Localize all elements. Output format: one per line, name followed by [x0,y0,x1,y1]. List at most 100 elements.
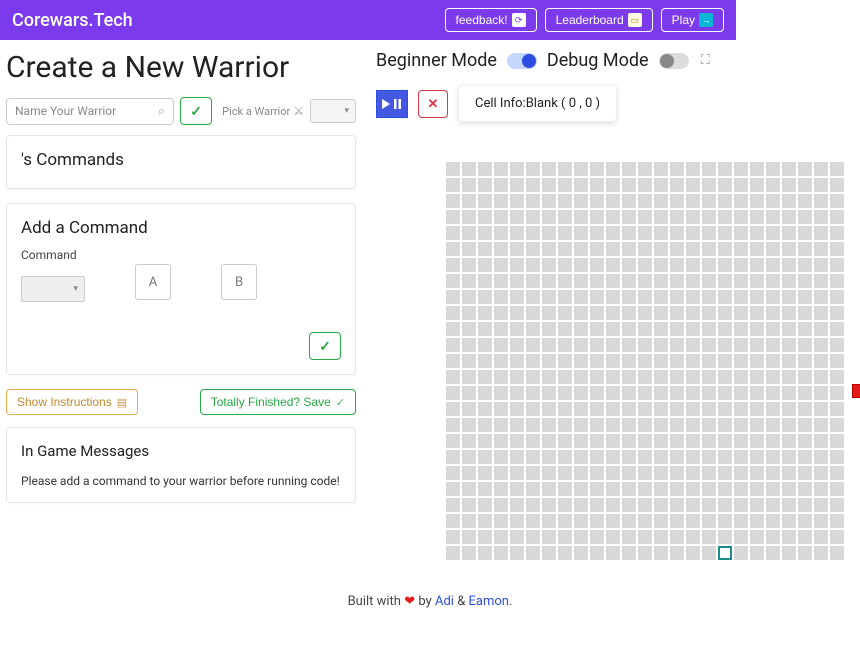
memory-cell[interactable] [494,386,508,400]
memory-cell[interactable] [654,274,668,288]
memory-cell[interactable] [510,466,524,480]
memory-cell[interactable] [446,434,460,448]
memory-cell[interactable] [638,274,652,288]
memory-cell[interactable] [750,418,764,432]
memory-cell[interactable] [494,466,508,480]
memory-cell[interactable] [558,498,572,512]
memory-cell[interactable] [638,290,652,304]
memory-cell[interactable] [510,242,524,256]
memory-cell[interactable] [782,290,796,304]
a-input[interactable]: A [135,264,171,300]
memory-cell[interactable] [446,322,460,336]
memory-cell[interactable] [494,546,508,560]
memory-cell[interactable] [510,498,524,512]
memory-cell[interactable] [750,498,764,512]
memory-cell[interactable] [702,354,716,368]
memory-cell[interactable] [750,354,764,368]
memory-cell[interactable] [814,226,828,240]
memory-cell[interactable] [814,498,828,512]
memory-cell[interactable] [542,530,556,544]
memory-cell[interactable] [462,546,476,560]
memory-cell[interactable] [494,306,508,320]
memory-cell[interactable] [574,514,588,528]
memory-cell[interactable] [734,210,748,224]
memory-cell[interactable] [686,210,700,224]
memory-cell[interactable] [622,434,636,448]
memory-cell[interactable] [590,498,604,512]
memory-cell[interactable] [462,466,476,480]
memory-cell[interactable] [670,418,684,432]
memory-cell[interactable] [510,290,524,304]
memory-cell[interactable] [814,466,828,480]
memory-cell[interactable] [702,322,716,336]
memory-cell[interactable] [494,370,508,384]
memory-cell[interactable] [814,482,828,496]
memory-cell[interactable] [510,514,524,528]
memory-cell[interactable] [638,178,652,192]
memory-cell[interactable] [526,514,540,528]
memory-cell[interactable] [702,370,716,384]
memory-cell[interactable] [782,450,796,464]
memory-cell[interactable] [670,162,684,176]
memory-cell[interactable] [670,258,684,272]
memory-cell[interactable] [462,162,476,176]
memory-cell[interactable] [590,338,604,352]
memory-cell[interactable] [478,450,492,464]
memory-cell[interactable] [782,386,796,400]
memory-cell[interactable] [782,242,796,256]
memory-cell[interactable] [750,290,764,304]
memory-cell[interactable] [686,370,700,384]
memory-cell[interactable] [782,434,796,448]
memory-cell[interactable] [526,210,540,224]
memory-cell[interactable] [526,498,540,512]
memory-cell[interactable] [462,178,476,192]
memory-cell[interactable] [446,354,460,368]
memory-cell[interactable] [510,322,524,336]
memory-cell[interactable] [798,210,812,224]
memory-cell[interactable] [654,194,668,208]
memory-cell[interactable] [606,306,620,320]
memory-cell[interactable] [782,402,796,416]
memory-cell[interactable] [478,354,492,368]
memory-cell[interactable] [558,482,572,496]
memory-cell[interactable] [446,338,460,352]
memory-cell[interactable] [702,306,716,320]
memory-cell[interactable] [718,226,732,240]
memory-cell[interactable] [670,482,684,496]
memory-cell[interactable] [446,466,460,480]
memory-cell[interactable] [734,370,748,384]
memory-cell[interactable] [686,258,700,272]
memory-cell[interactable] [766,530,780,544]
memory-cell[interactable] [494,210,508,224]
memory-cell[interactable] [574,290,588,304]
memory-cell[interactable] [766,274,780,288]
memory-cell[interactable] [590,226,604,240]
memory-cell[interactable] [782,354,796,368]
memory-cell[interactable] [686,226,700,240]
memory-cell[interactable] [798,482,812,496]
memory-cell[interactable] [574,434,588,448]
memory-cell[interactable] [798,274,812,288]
memory-cell[interactable] [526,370,540,384]
memory-cell[interactable] [686,354,700,368]
memory-cell[interactable] [622,258,636,272]
memory-cell[interactable] [590,322,604,336]
memory-cell[interactable] [590,242,604,256]
memory-cell[interactable] [702,482,716,496]
memory-cell[interactable] [606,210,620,224]
memory-cell[interactable] [638,434,652,448]
memory-cell[interactable] [702,210,716,224]
memory-cell[interactable] [622,194,636,208]
memory-cell[interactable] [782,274,796,288]
memory-cell[interactable] [734,514,748,528]
memory-cell[interactable] [542,482,556,496]
memory-cell[interactable] [830,466,844,480]
memory-cell[interactable] [782,530,796,544]
memory-cell[interactable] [766,418,780,432]
memory-cell[interactable] [814,178,828,192]
memory-cell[interactable] [654,258,668,272]
memory-cell[interactable] [542,210,556,224]
memory-cell[interactable] [830,530,844,544]
memory-cell[interactable] [526,546,540,560]
memory-cell[interactable] [462,386,476,400]
